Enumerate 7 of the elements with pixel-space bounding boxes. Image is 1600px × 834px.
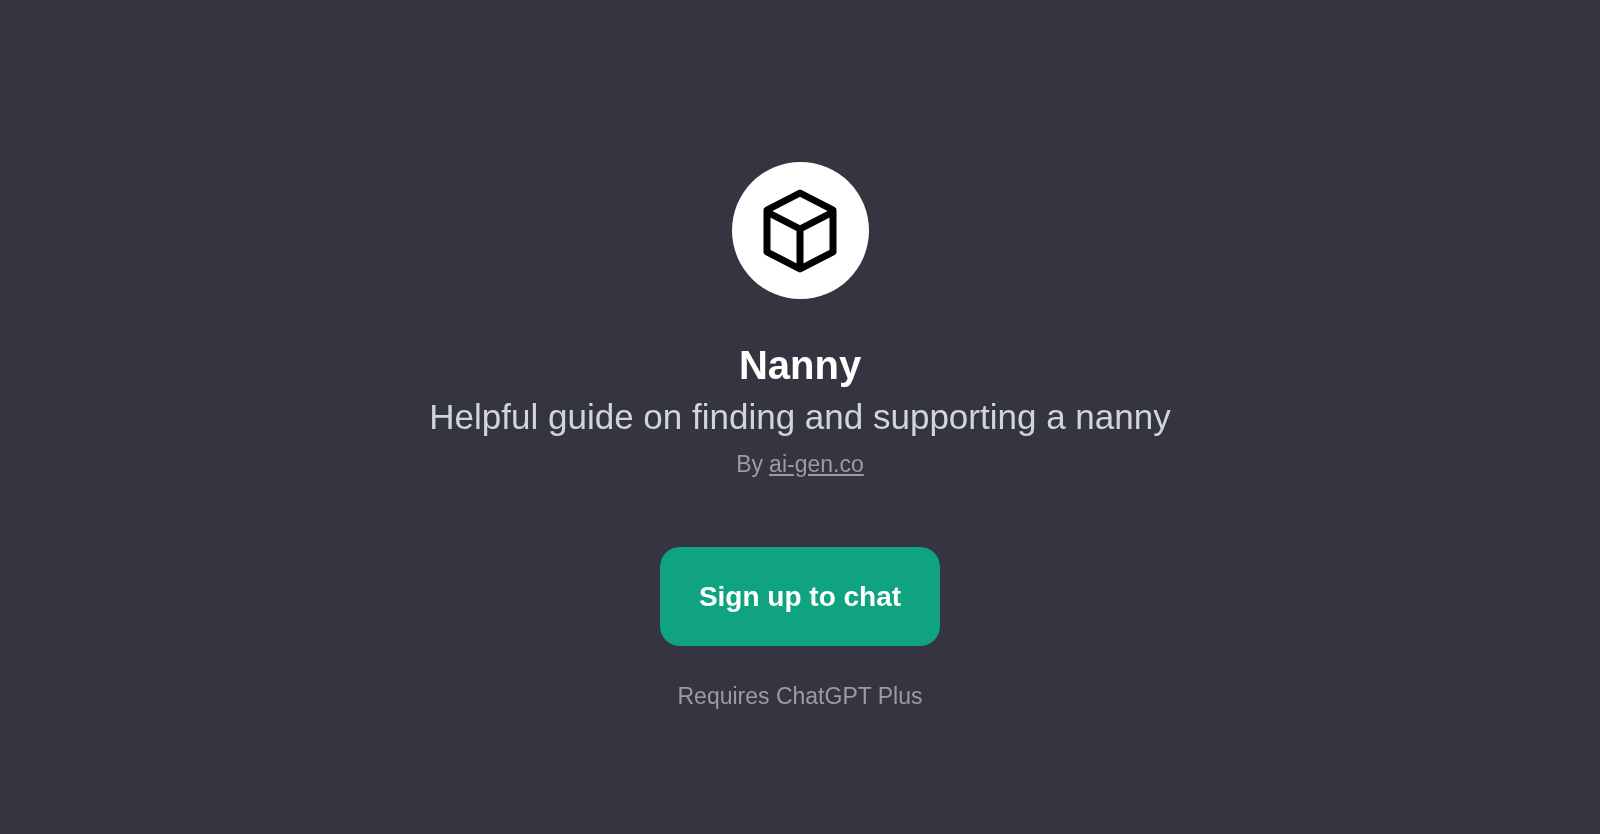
cube-icon	[761, 187, 839, 274]
sign-up-button[interactable]: Sign up to chat	[660, 547, 940, 646]
author-prefix: By	[736, 450, 764, 479]
gpt-title: Nanny	[738, 342, 862, 389]
requirement-note: Requires ChatGPT Plus	[677, 682, 923, 711]
author-link[interactable]: ai-gen.co	[769, 449, 864, 479]
gpt-description: Helpful guide on finding and supporting a nanny	[429, 396, 1171, 438]
